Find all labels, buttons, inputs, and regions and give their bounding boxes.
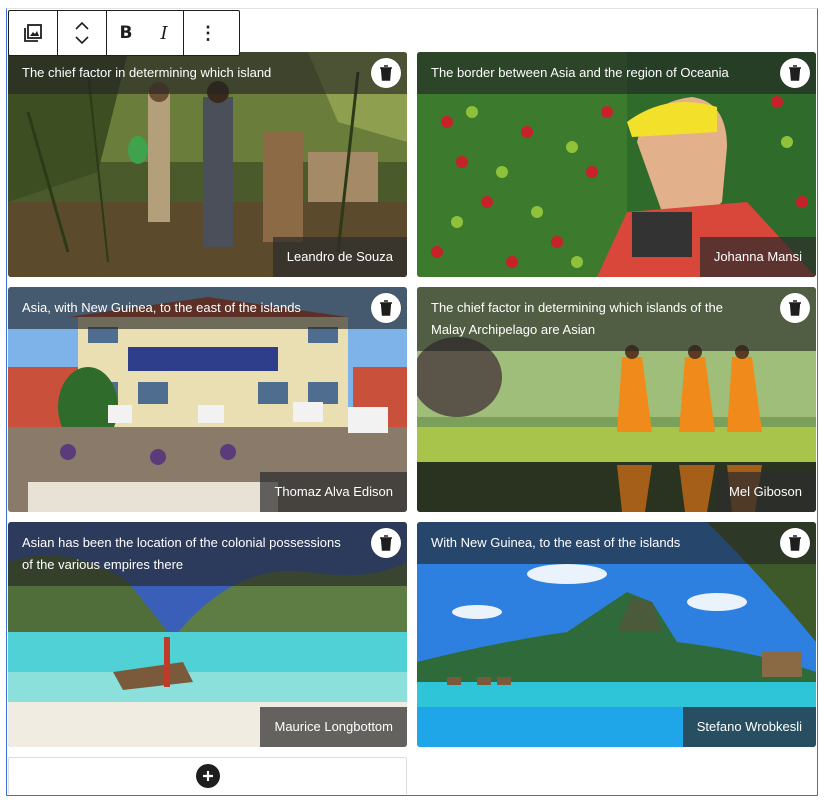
image-caption[interactable]: With New Guinea, to the east of the isla… (417, 522, 816, 564)
gallery-image-3[interactable]: Asia, with New Guinea, to the east of th… (8, 287, 407, 512)
gallery-image-6[interactable]: With New Guinea, to the east of the isla… (417, 522, 816, 747)
image-credit: Mel Giboson (715, 472, 816, 512)
remove-image-button[interactable] (371, 293, 401, 323)
move-up-down-icon[interactable] (58, 11, 106, 55)
more-options-icon[interactable]: ⋮ (184, 11, 232, 55)
trash-icon (789, 300, 801, 316)
remove-image-button[interactable] (371, 58, 401, 88)
trash-icon (380, 300, 392, 316)
remove-image-button[interactable] (371, 528, 401, 558)
trash-icon (789, 65, 801, 81)
add-image-button[interactable] (8, 757, 407, 794)
image-credit: Leandro de Souza (272, 237, 407, 277)
image-credit: Thomaz Alva Edison (260, 472, 407, 512)
trash-icon (380, 535, 392, 551)
image-gallery-icon[interactable] (9, 11, 57, 55)
image-caption[interactable]: The border between Asia and the region o… (417, 52, 816, 94)
remove-image-button[interactable] (780, 528, 810, 558)
image-credit: Maurice Longbottom (260, 707, 407, 747)
image-caption[interactable]: The chief factor in determining which is… (417, 287, 816, 351)
image-caption[interactable]: Asian has been the location of the colon… (8, 522, 407, 586)
gallery-image-5[interactable]: Asian has been the location of the colon… (8, 522, 407, 747)
gallery-image-2[interactable]: The border between Asia and the region o… (417, 52, 816, 277)
image-credit: Johanna Mansi (699, 237, 816, 277)
image-credit: Stefano Wrobkesli (682, 707, 816, 747)
remove-image-button[interactable] (780, 293, 810, 323)
bold-button[interactable]: B (107, 11, 145, 55)
gallery-image-4[interactable]: The chief factor in determining which is… (417, 287, 816, 512)
image-caption[interactable]: Asia, with New Guinea, to the east of th… (8, 287, 407, 329)
plus-circle-icon (195, 764, 220, 788)
trash-icon (789, 535, 801, 551)
block-toolbar: B I ⋮ (8, 10, 240, 56)
gallery-image-1[interactable]: The chief factor in determining which is… (8, 52, 407, 277)
italic-button[interactable]: I (145, 11, 183, 55)
trash-icon (380, 65, 392, 81)
remove-image-button[interactable] (780, 58, 810, 88)
image-caption[interactable]: The chief factor in determining which is… (8, 52, 407, 94)
